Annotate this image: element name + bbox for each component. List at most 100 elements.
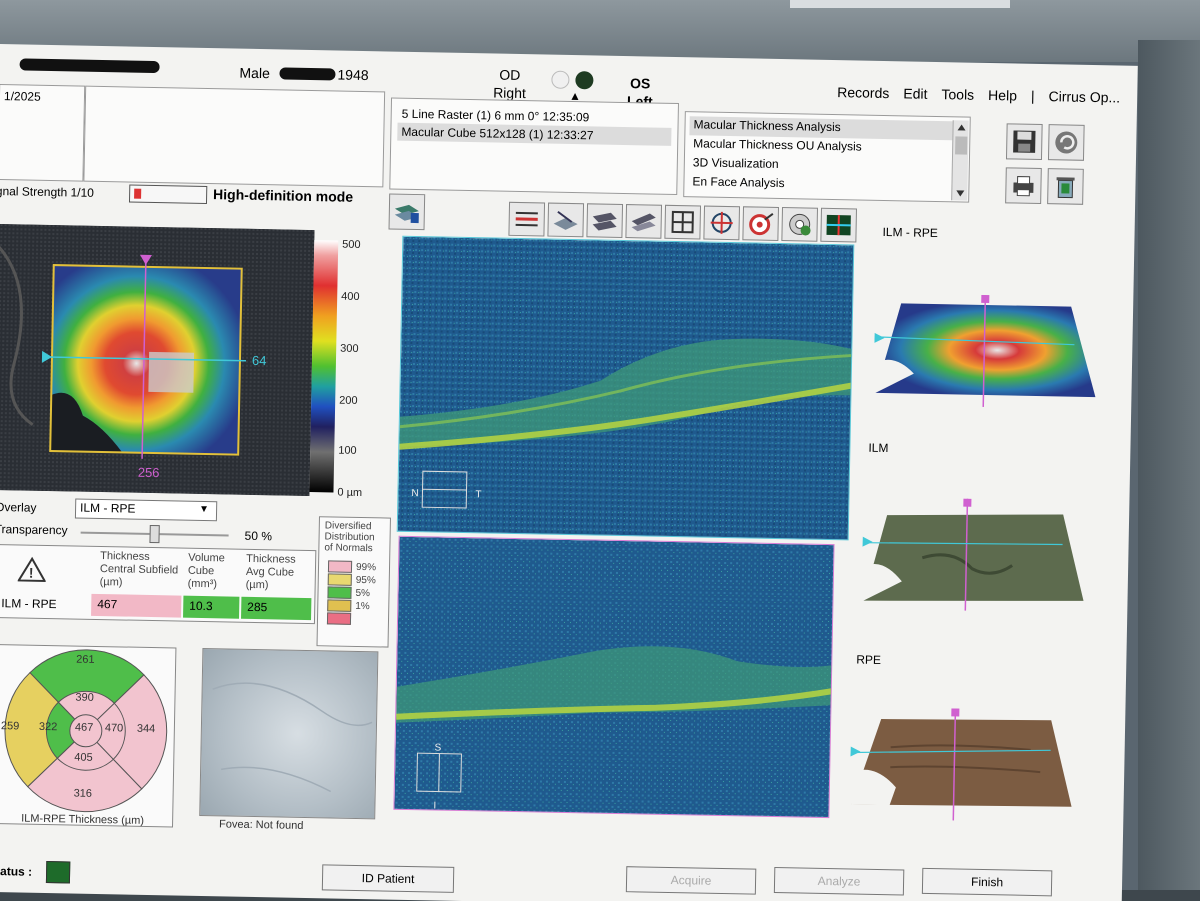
hd-mode-label: High-definition mode <box>213 186 354 205</box>
patient-gender: Male <box>239 64 271 82</box>
tool-grid-button[interactable] <box>664 204 702 240</box>
layer-tilt-icon <box>631 213 656 232</box>
signal-strength-bar <box>128 184 208 205</box>
tool-layer-flat-button[interactable] <box>586 203 624 238</box>
bscan-vertical[interactable] <box>393 535 835 819</box>
3d-rpe-label: RPE <box>856 652 882 668</box>
legend-list: 99% 95% 5% 1% <box>326 560 377 625</box>
menu-help[interactable]: Help <box>988 87 1017 104</box>
analyze-button[interactable]: Analyze <box>773 867 905 896</box>
colorbar-tick-300: 300 <box>340 342 359 355</box>
overlay-select[interactable]: ILM - RPE <box>74 498 218 522</box>
redacted-patient-name <box>19 58 160 74</box>
patient-notes-panel <box>83 85 386 188</box>
tool-scan-lines-button[interactable] <box>820 207 858 243</box>
menu-tools[interactable]: Tools <box>941 86 974 103</box>
print-button[interactable] <box>1005 167 1042 205</box>
header-central-subfield: Thickness Central Subfield (µm) <box>99 550 179 589</box>
etdrs-inner-inferior: 405 <box>74 751 93 764</box>
legend-label: 95% <box>355 574 376 586</box>
thickness-colorbar <box>309 240 339 493</box>
menu-cirrus[interactable]: Cirrus Op... <box>1048 88 1120 105</box>
save-button[interactable] <box>1005 123 1043 161</box>
undo-button[interactable] <box>1047 124 1085 161</box>
finish-button[interactable]: Finish <box>921 867 1053 897</box>
od-code: OD <box>499 66 521 83</box>
cell-volume-cube: 10.3 <box>183 595 240 619</box>
legend-item <box>326 612 375 625</box>
segmentation-icon <box>553 210 578 230</box>
etdrs-grid-panel <box>0 644 177 828</box>
legend-swatch <box>327 599 352 612</box>
target-icon <box>749 213 774 236</box>
legend-label: 99% <box>355 561 377 573</box>
print-icon <box>1013 176 1034 197</box>
signal-strength-label: ignal Strength 1/10 <box>0 183 95 200</box>
patient-birth-year: 1948 <box>337 66 369 84</box>
grid-icon <box>671 210 694 234</box>
crosshair-icon <box>710 211 733 234</box>
exam-date-panel: 1/2025 <box>0 83 86 182</box>
3d-ilm-rpe-thickness[interactable] <box>873 293 1099 422</box>
refresh-disc-icon <box>789 213 811 236</box>
scan-item-macular-cube[interactable]: Macular Cube 512x128 (1) 12:33:27 <box>397 122 672 146</box>
cell-central-subfield: 467 <box>91 593 182 618</box>
tool-crosshair-button[interactable] <box>703 205 741 241</box>
etdrs-caption: ILM-RPE Thickness (µm) <box>21 812 145 827</box>
etdrs-outer-inferior: 316 <box>73 787 93 800</box>
tool-ruler-button[interactable] <box>508 201 546 237</box>
eye-os-icon[interactable] <box>575 71 594 90</box>
table-row-label: ILM - RPE <box>1 596 57 612</box>
3d-ilm-label: ILM <box>868 440 889 456</box>
etdrs-inner-superior: 390 <box>75 691 94 704</box>
tool-target-button[interactable] <box>742 206 780 241</box>
3d-ilm-surface[interactable] <box>861 497 1087 626</box>
transparency-slider-thumb[interactable] <box>149 524 160 544</box>
header-avg-cube: Thickness Avg Cube (µm) <box>245 552 296 592</box>
header-volume-cube: Volume Cube (mm³) <box>187 551 225 591</box>
etdrs-center: 467 <box>74 721 94 734</box>
analysis-item-en-face[interactable]: En Face Analysis <box>688 173 964 197</box>
menu-records[interactable]: Records <box>837 84 889 101</box>
status-label: Status : <box>0 863 33 879</box>
analysis-scrollbar[interactable] <box>951 120 969 201</box>
etdrs-inner-nasal: 470 <box>104 722 124 735</box>
layer-flat-icon <box>592 212 617 231</box>
os-code: OS <box>629 75 651 92</box>
eye-od-icon[interactable] <box>551 70 570 89</box>
exam-date: 1/2025 <box>3 89 41 104</box>
monitor-sticker <box>790 0 1010 8</box>
acquire-button[interactable]: Acquire <box>625 866 757 895</box>
colorbar-tick-200: 200 <box>339 394 358 407</box>
trash-button[interactable] <box>1047 168 1084 205</box>
layers-button[interactable] <box>388 193 426 231</box>
tool-refresh-disc-button[interactable] <box>781 207 819 242</box>
signal-strength-fill <box>134 188 142 199</box>
eye-od-selector[interactable]: OD Right <box>493 65 526 102</box>
chevron-down-icon: ▼ <box>198 503 210 516</box>
id-patient-button[interactable]: ID Patient <box>321 864 455 893</box>
legend-swatch <box>327 560 353 573</box>
cirrus-screen: Male 1948 OD Right ▲ OS Left Records Edi… <box>0 44 1138 901</box>
monitor-bezel-right <box>1138 40 1200 901</box>
legend-swatch <box>327 573 352 586</box>
thickness-map[interactable] <box>0 223 315 497</box>
warning-icon: ! <box>16 556 47 589</box>
tool-layer-tilt-button[interactable] <box>625 204 663 239</box>
legend-label: 1% <box>355 600 370 612</box>
status-indicator <box>45 861 71 884</box>
scan-lines-icon <box>826 214 851 236</box>
bscan2-superior-label: S <box>434 742 442 754</box>
colorbar-tick-0: 0 µm <box>337 486 363 500</box>
bscan-horizontal[interactable] <box>396 235 855 541</box>
legend-title: Diversified Distribution of Normals <box>324 520 375 555</box>
layers-icon <box>394 204 419 224</box>
menu-edit[interactable]: Edit <box>903 85 927 101</box>
etdrs-inner-temporal: 322 <box>38 720 58 734</box>
legend-swatch <box>326 612 352 625</box>
legend-item: 1% <box>327 599 375 612</box>
legend-item: 99% <box>327 560 377 573</box>
tool-segmentation-button[interactable] <box>547 202 585 238</box>
fundus-image <box>199 647 379 820</box>
3d-rpe-surface[interactable] <box>849 706 1075 835</box>
